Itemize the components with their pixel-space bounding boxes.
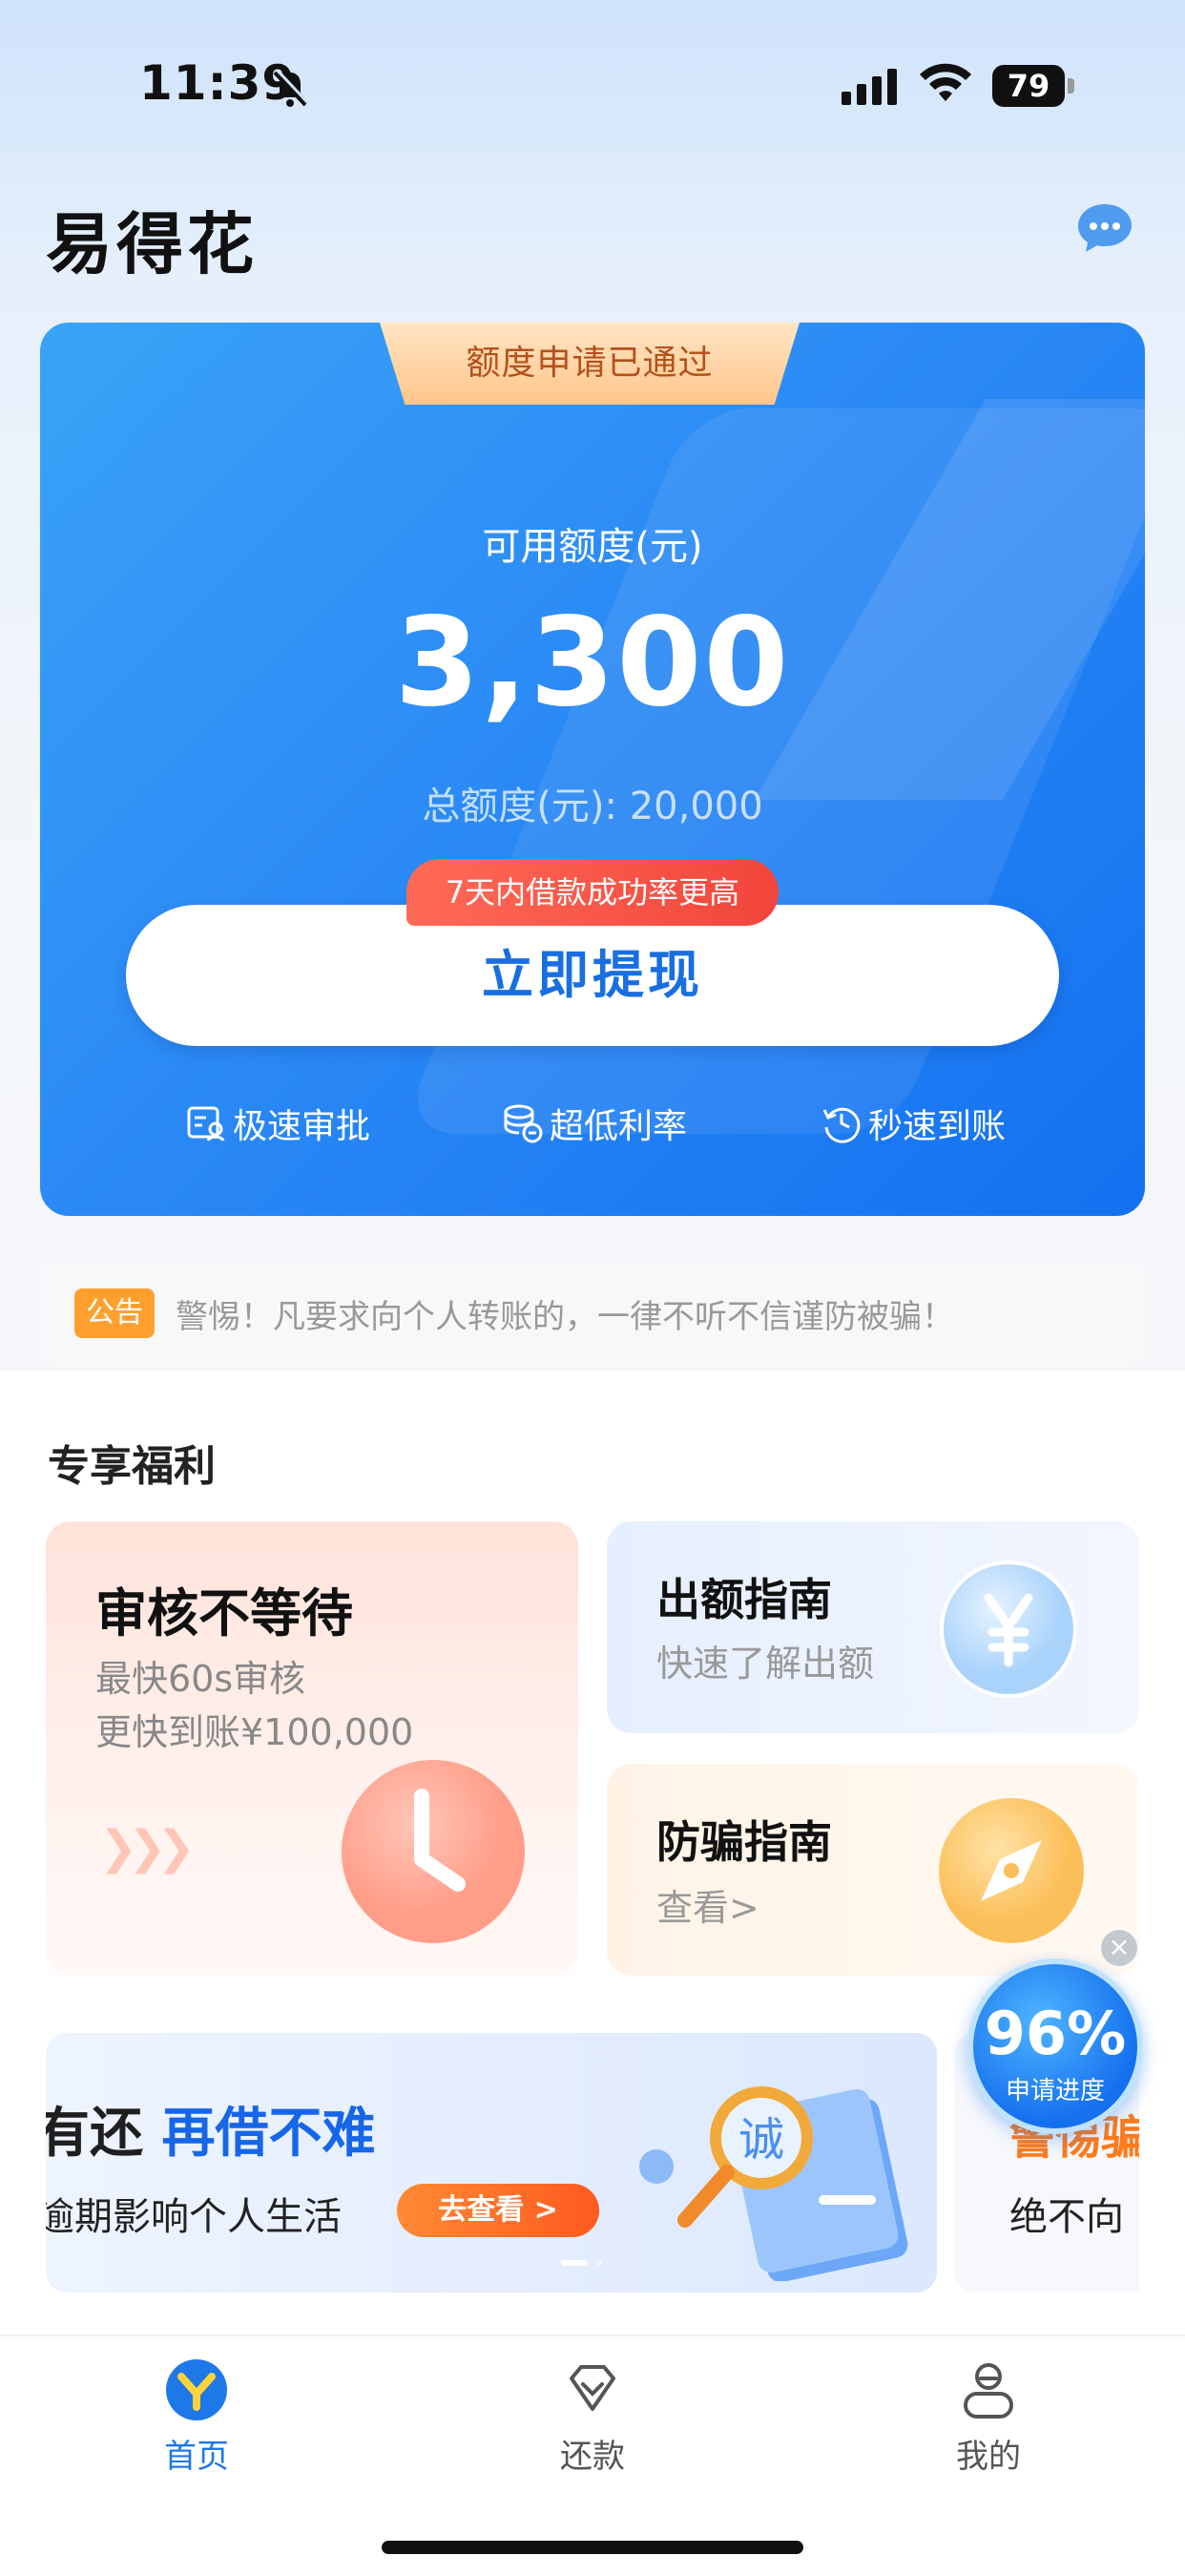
notice-text: 警惕！凡要求向个人转账的，一律不听不信谨防被骗！ [176,1298,954,1336]
carousel-dots [561,2260,602,2266]
tab-label: 首页 [164,2438,229,2476]
home-logo-icon [166,2359,227,2420]
customer-service-icon[interactable] [1074,199,1135,260]
banner-subline: 逾期影响个人生活 [46,2195,342,2239]
feature-instant-arrival: 秒速到账 [821,1100,1006,1147]
user-icon [964,2363,1013,2419]
approval-icon [187,1106,225,1141]
progress-percent: 96% [984,1999,1127,2068]
feature-label: 极速审批 [233,1107,371,1146]
fraud-subtitle: 查看> [656,1887,759,1929]
guide-title: 出额指南 [656,1574,832,1625]
yen-icon [940,1560,1077,1698]
svg-text:诚: 诚 [738,2113,784,2167]
close-icon[interactable]: × [1101,1930,1137,1966]
clock-refresh-icon [822,1107,861,1143]
approved-badge: 额度申请已通过 [380,323,800,405]
battery-level: 79 [992,65,1065,107]
tab-label: 我的 [956,2438,1021,2476]
coins-icon [504,1104,543,1143]
notice-badge: 公告 [74,1288,155,1338]
feature-low-rate: 超低利率 [502,1100,687,1147]
available-limit-amount: 3,300 [394,592,791,734]
diamond-icon [570,2365,615,2411]
audit-title: 审核不等待 [95,1583,353,1644]
feature-label: 秒速到账 [868,1107,1007,1146]
cellular-signal-icon [842,69,897,105]
tab-mine[interactable]: 我的 [893,2356,1084,2477]
tab-home[interactable]: 首页 [101,2356,292,2477]
credit-magnifier-illustration: 诚 [639,2086,908,2281]
banner-headline: 有还 再借不难 [46,2103,376,2165]
withdraw-button[interactable]: 立即提现 [126,905,1059,1046]
bell-muted-icon [273,69,310,107]
battery-indicator: 79 [992,65,1074,107]
wifi-icon [920,63,971,101]
promo-banner[interactable]: 有还 再借不难 逾期影响个人生活 去查看 > 诚 [46,2033,937,2293]
compass-icon [939,1798,1084,1943]
credit-limit-card [40,323,1145,1216]
banner-view-button[interactable]: 去查看 > [397,2184,599,2237]
section-title: 专享福利 [48,1442,216,1491]
available-limit-label: 可用额度(元) [482,525,703,569]
feature-label: 超低利率 [550,1107,688,1146]
tab-label: 还款 [560,2438,625,2476]
progress-label: 申请进度 [1005,2077,1105,2105]
home-indicator [382,2541,803,2554]
guide-subtitle: 快速了解出额 [656,1643,875,1685]
audit-subtitle: 更快到账¥100,000 [95,1711,414,1753]
audit-subtitle: 最快60s审核 [95,1658,306,1700]
app-title: 易得花 [46,205,258,283]
promo-tag: 7天内借款成功率更高 [406,859,779,926]
total-limit-label: 总额度(元): 20,000 [422,785,763,828]
feature-fast-approval: 极速审批 [185,1100,370,1147]
clock-icon [342,1760,525,1943]
fraud-title: 防骗指南 [656,1816,832,1868]
banner-next-subtitle: 绝不向 [1009,2195,1124,2239]
tab-repay[interactable]: 还款 [497,2356,688,2477]
arrows-icon: ❯❯❯ [99,1821,196,1874]
